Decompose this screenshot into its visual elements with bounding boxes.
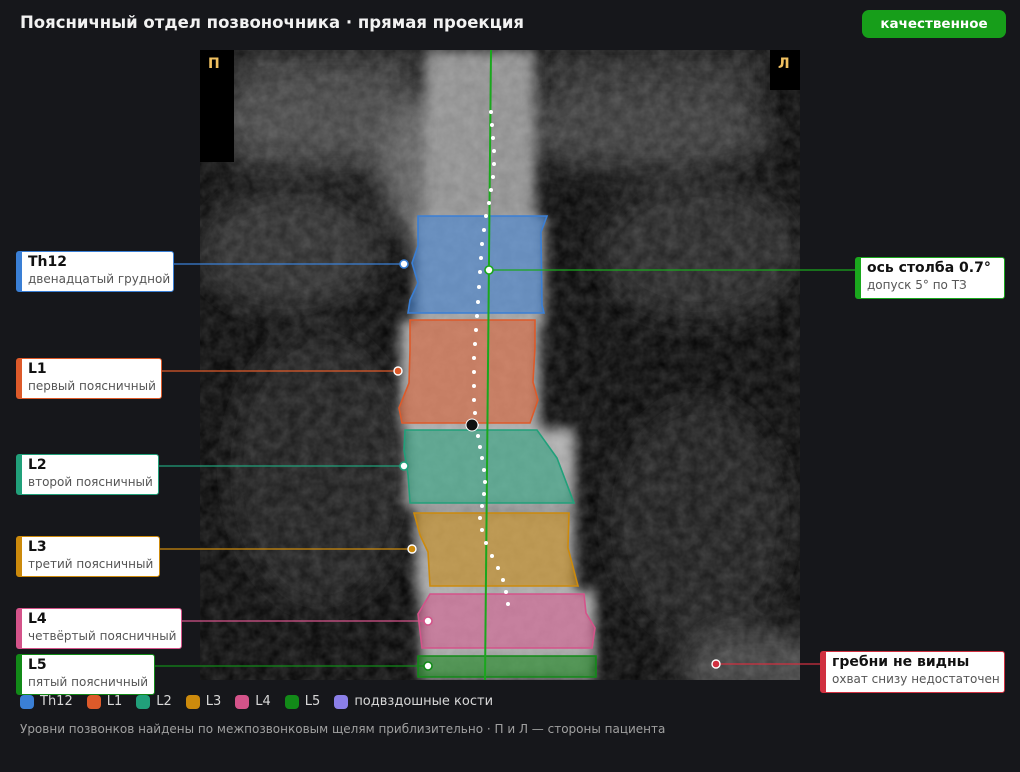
- legend-swatch-l4: [235, 694, 250, 709]
- callout-l3-desc: третий поясничный: [28, 557, 154, 571]
- callout-l5-desc: пятый поясничный: [28, 675, 148, 689]
- legend-item-l1[interactable]: L1: [86, 694, 123, 709]
- legend-swatch-iliac: [334, 694, 349, 709]
- callout-th12[interactable]: Th12 двенадцатый грудной: [16, 251, 174, 292]
- callout-l2-desc: второй поясничный: [28, 475, 153, 489]
- callout-l1[interactable]: L1 первый поясничный: [16, 358, 162, 399]
- axis-angle: ось столба 0.7°: [867, 260, 991, 276]
- callout-l4-desc: четвёртый поясничный: [28, 629, 177, 643]
- callout-th12-name: Th12: [28, 254, 67, 270]
- iliac-status: гребни не видны: [832, 654, 970, 670]
- scan-render: [200, 50, 800, 680]
- legend-swatch-l3: [185, 694, 200, 709]
- callout-l2[interactable]: L2 второй поясничный: [16, 454, 159, 495]
- legend-label-l1: L1: [106, 694, 123, 709]
- callout-l1-name: L1: [28, 361, 47, 377]
- legend-label-l4: L4: [255, 694, 271, 709]
- callout-iliac[interactable]: гребни не видны охват снизу недостаточен: [820, 651, 1005, 693]
- callout-l5-name: L5: [28, 657, 47, 673]
- callout-l4-name: L4: [28, 611, 47, 627]
- callout-l3[interactable]: L3 третий поясничный: [16, 536, 160, 577]
- legend-label-iliac: подвздошные кости: [354, 694, 494, 709]
- callout-axis[interactable]: ось столба 0.7° допуск 5° по ТЗ: [855, 257, 1005, 299]
- legend-label-th12: Th12: [40, 694, 73, 709]
- legend-label-l5: L5: [304, 694, 321, 709]
- legend-label-l3: L3: [205, 694, 222, 709]
- axis-tolerance: допуск 5° по ТЗ: [867, 278, 967, 292]
- iliac-note: охват снизу недостаточен: [832, 672, 1000, 686]
- callout-th12-desc: двенадцатый грудной: [28, 272, 171, 286]
- legend-swatch-l5: [284, 694, 299, 709]
- legend-swatch-l1: [86, 694, 101, 709]
- legend-swatch-th12: [20, 694, 34, 709]
- legend-swatch-l2: [136, 694, 151, 709]
- legend-label-l2: L2: [156, 694, 172, 709]
- legend-item-l2[interactable]: L2: [136, 694, 172, 709]
- legend-item-l5[interactable]: L5: [284, 694, 321, 709]
- legend-item-th12[interactable]: Th12: [20, 694, 73, 709]
- side-label-right: П: [208, 56, 220, 72]
- quality-badge: качественное: [862, 10, 1006, 38]
- legend-item-l3[interactable]: L3: [185, 694, 222, 709]
- callout-l5[interactable]: L5 пятый поясничный: [16, 654, 155, 695]
- side-label-left: Л: [778, 56, 790, 72]
- legend: Th12 L1 L2 L3 L4 L5 подвздошные кости: [20, 694, 507, 709]
- scan-image[interactable]: [200, 50, 800, 680]
- callout-l2-name: L2: [28, 457, 47, 473]
- callout-l3-name: L3: [28, 539, 47, 555]
- callout-l4[interactable]: L4 четвёртый поясничный: [16, 608, 182, 649]
- page-title: Поясничный отдел позвоночника · прямая п…: [20, 13, 524, 32]
- callout-l1-desc: первый поясничный: [28, 379, 156, 393]
- legend-item-iliac[interactable]: подвздошные кости: [334, 694, 493, 709]
- footnote: Уровни позвонков найдены по межпозвонков…: [20, 722, 666, 736]
- legend-item-l4[interactable]: L4: [235, 694, 271, 709]
